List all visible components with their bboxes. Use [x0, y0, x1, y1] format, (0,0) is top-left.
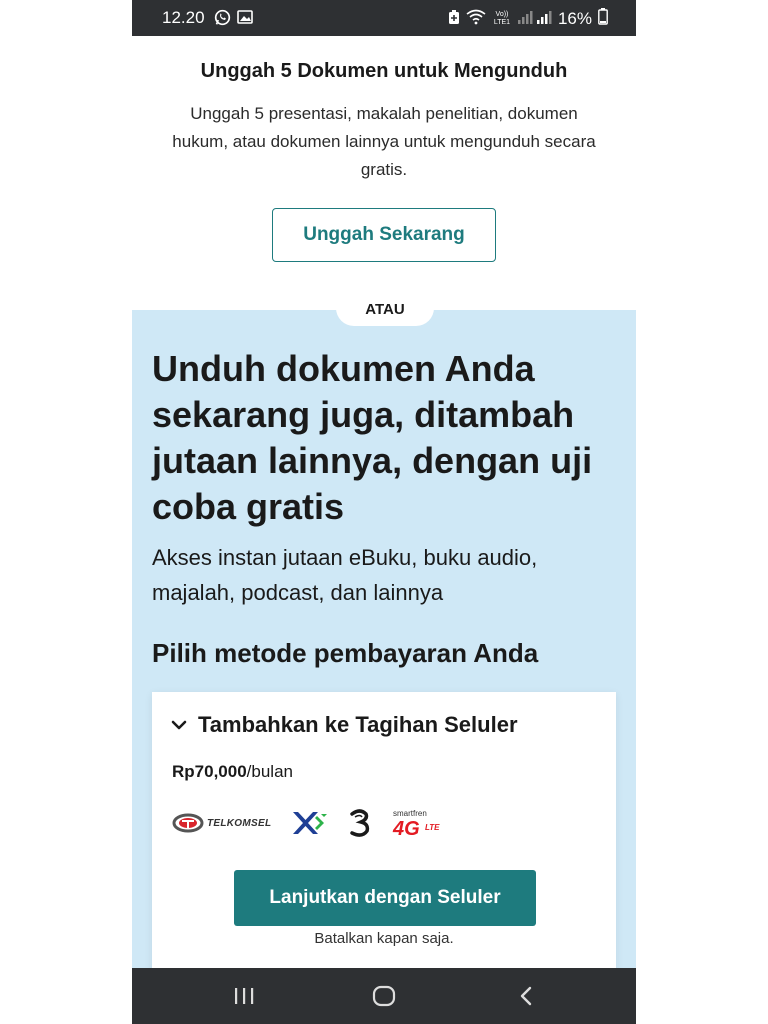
svg-text:LTE: LTE	[425, 823, 440, 832]
page-content: Unggah 5 Dokumen untuk Mengunduh Unggah …	[132, 36, 636, 1010]
recent-apps-icon[interactable]	[232, 984, 256, 1008]
navigation-bar	[132, 968, 636, 1024]
image-icon	[237, 9, 253, 31]
upload-title: Unggah 5 Dokumen untuk Mengunduh	[200, 60, 568, 82]
mobile-billing-card: Tambahkan ke Tagihan Seluler Rp70,000/bu…	[152, 692, 616, 992]
battery-percent: 16%	[557, 9, 592, 28]
battery-icon	[598, 8, 608, 30]
svg-text:smartfren: smartfren	[393, 809, 427, 818]
upload-description: Unggah 5 presentasi, makalah penelitian,…	[172, 104, 596, 179]
telkomsel-logo-text: TELKOMSEL	[207, 817, 272, 829]
whatsapp-icon	[214, 9, 231, 31]
continue-mobile-button[interactable]: Lanjutkan dengan Seluler	[234, 870, 536, 926]
battery-saver-icon	[448, 9, 460, 30]
phone-screen: 12.20 Vo)) LTE1 16% Unggah 5 Dokumen unt…	[132, 0, 636, 1024]
trial-headline: Unduh dokumen Anda sekarang juga, ditamb…	[152, 348, 593, 527]
payment-method-title: Pilih metode pembayaran Anda	[152, 638, 539, 668]
price-label: Rp70,000/bulan	[172, 762, 293, 782]
status-bar: 12.20 Vo)) LTE1 16%	[132, 0, 636, 36]
svg-text:4G: 4G	[392, 818, 420, 838]
or-divider-label: ATAU	[336, 292, 434, 326]
three-logo	[347, 808, 373, 838]
telkomsel-logo: TELKOMSEL	[172, 812, 271, 834]
mobile-billing-header: Tambahkan ke Tagihan Seluler	[198, 712, 518, 737]
volte-icon: Vo)) LTE1	[493, 11, 511, 26]
back-icon[interactable]	[514, 984, 538, 1008]
price-amount: Rp70,000	[172, 762, 247, 781]
xl-logo	[289, 808, 329, 838]
upload-now-button[interactable]: Unggah Sekarang	[272, 208, 496, 262]
smartfren-logo: smartfren 4G LTE	[391, 808, 451, 838]
carrier-logos: TELKOMSEL smartfren 4G LTE	[172, 808, 451, 838]
price-period: /bulan	[246, 762, 293, 781]
home-icon[interactable]	[372, 984, 396, 1008]
trial-subheadline: Akses instan jutaan eBuku, buku audio, m…	[152, 545, 538, 605]
status-time: 12.20	[162, 8, 205, 27]
chevron-down-icon	[170, 716, 188, 734]
mobile-billing-toggle[interactable]: Tambahkan ke Tagihan Seluler	[170, 712, 518, 738]
cancel-anytime-note: Batalkan kapan saja.	[314, 930, 454, 947]
wifi-icon	[466, 9, 486, 30]
signal-icon	[517, 9, 552, 30]
